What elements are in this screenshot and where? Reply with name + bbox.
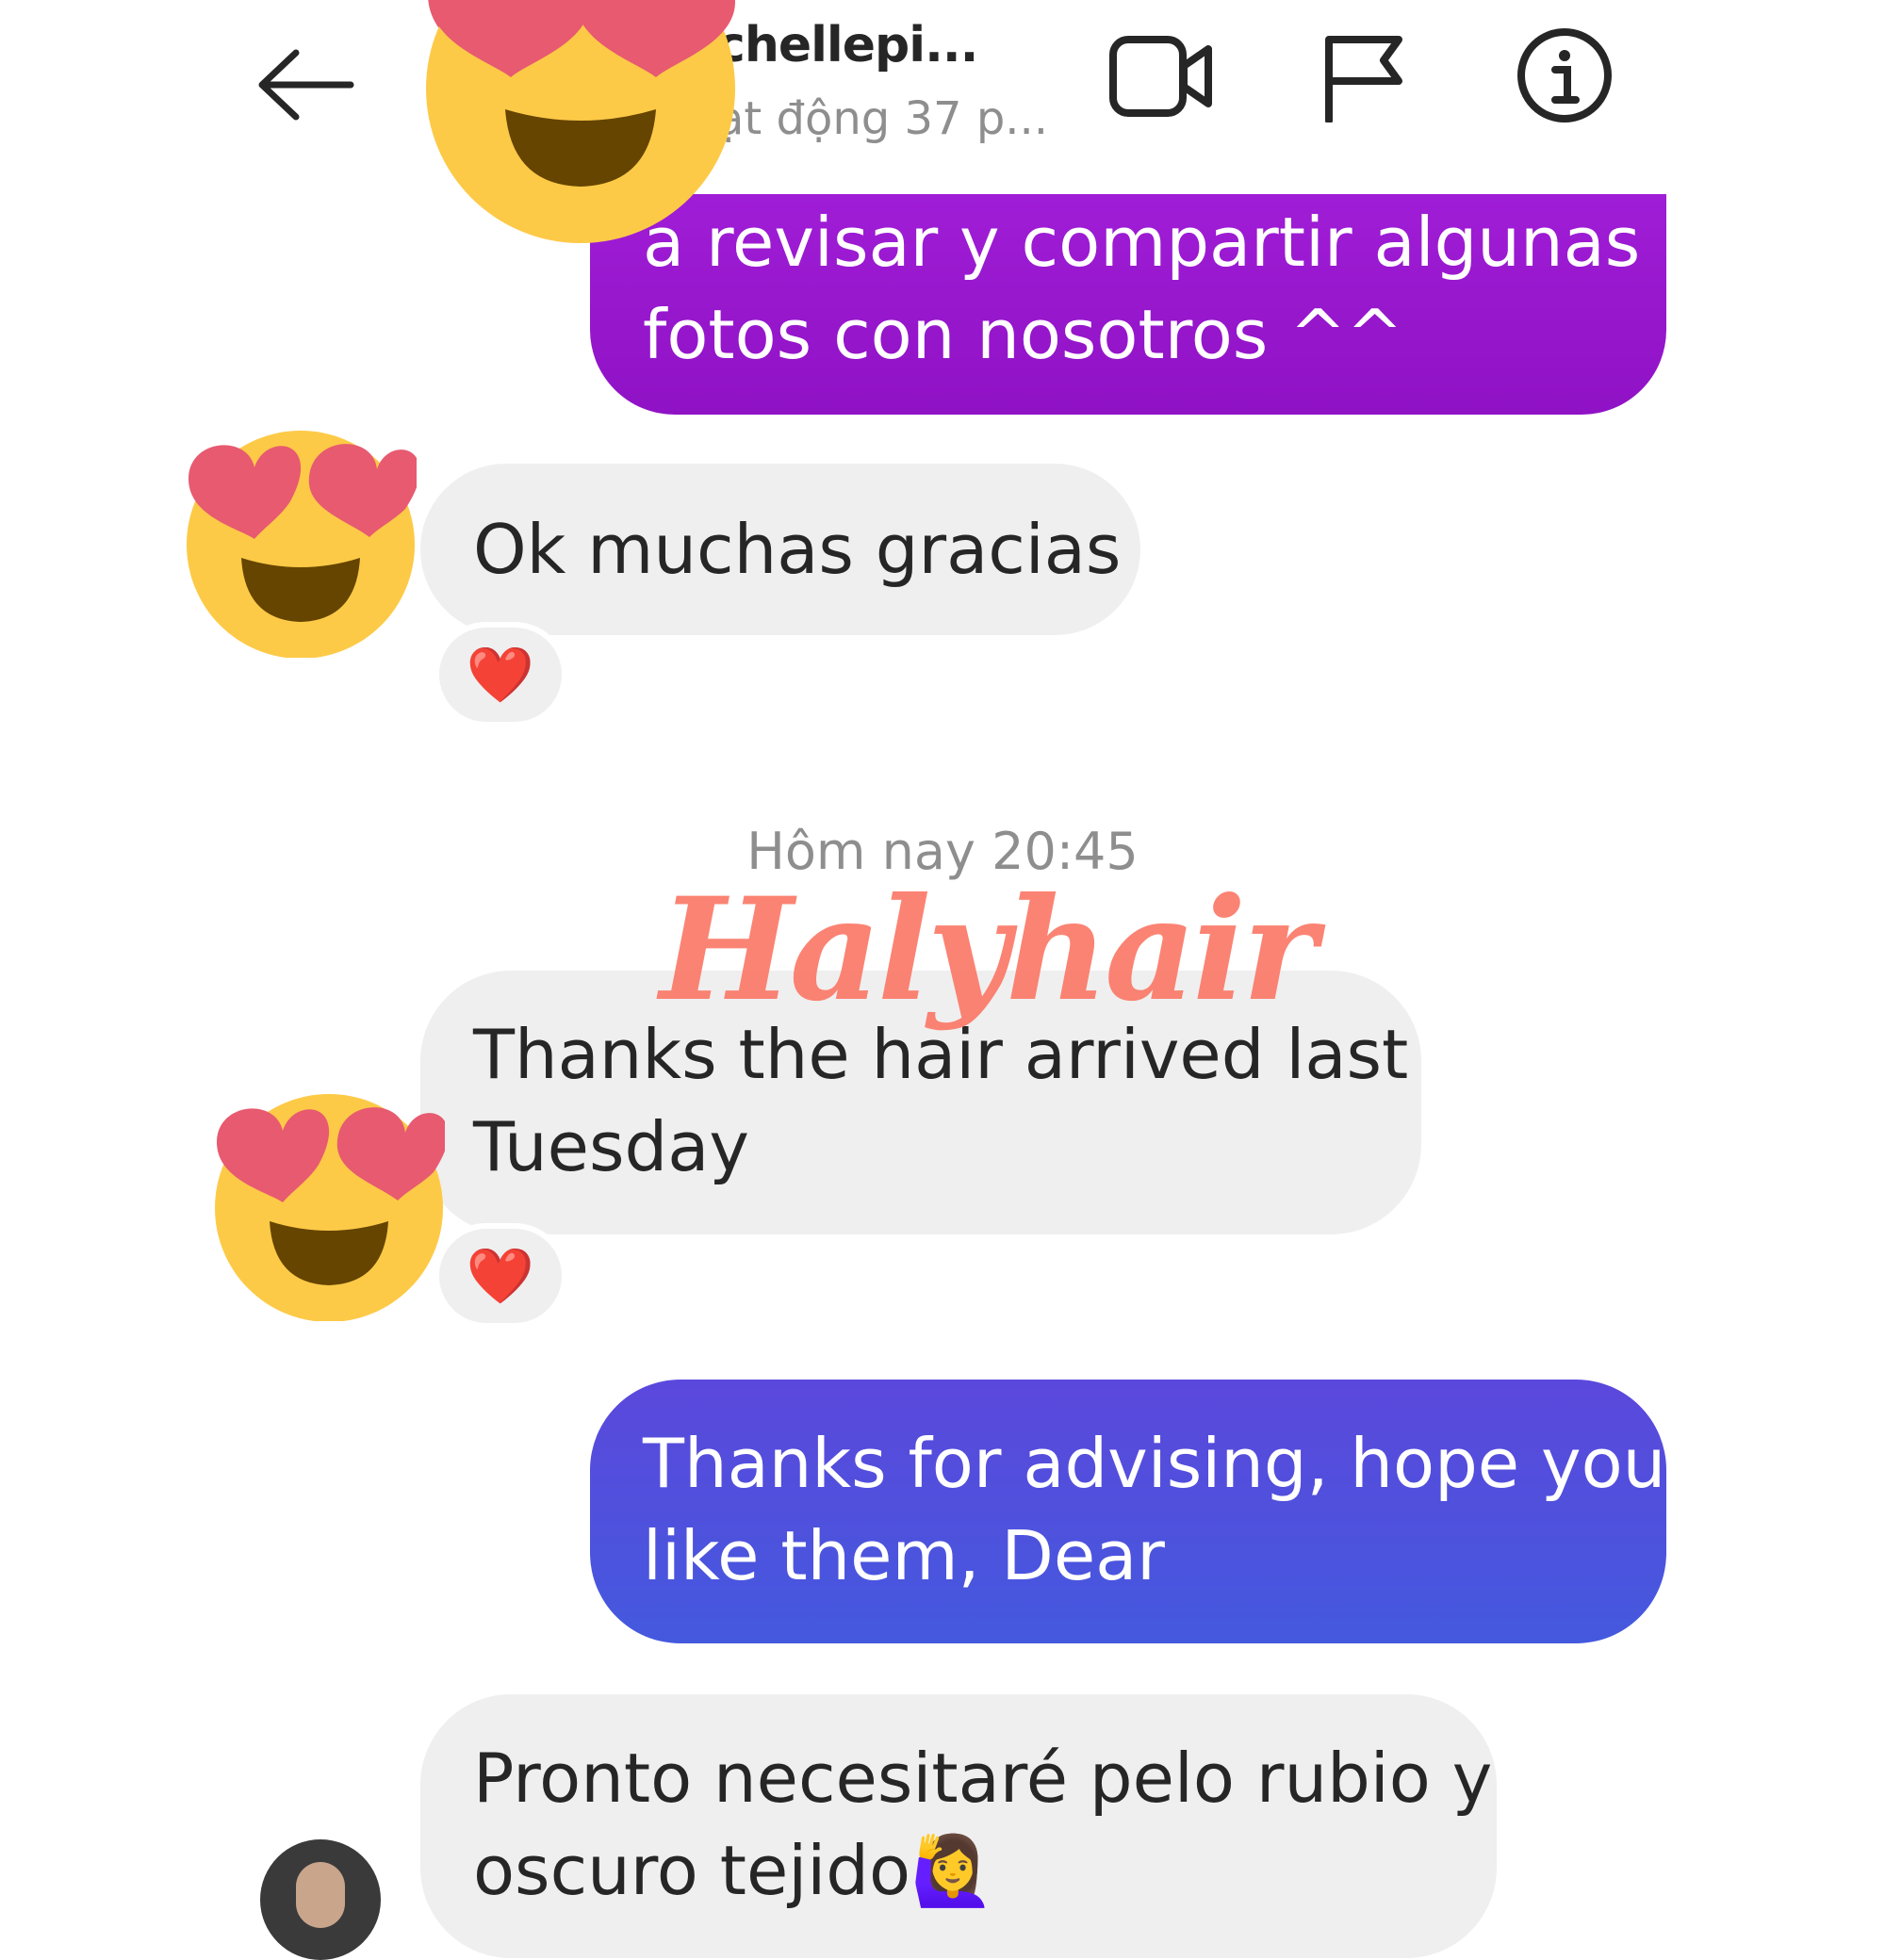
message-reaction[interactable]: ❤️: [434, 1223, 567, 1329]
message-line: a revisar y compartir algunas: [643, 203, 1641, 282]
watermark-logo: Halyhair: [660, 867, 1317, 1033]
heart-eyes-emoji: [185, 426, 420, 659]
message-line: Thanks for advising, hope you: [643, 1424, 1666, 1503]
report-button[interactable]: [1323, 34, 1404, 124]
flag-icon: [1325, 36, 1402, 124]
message-line: oscuro tejido🙋‍♀️: [473, 1824, 1497, 1917]
incoming-message[interactable]: Pronto necesitaré pelo rubio y oscuro te…: [420, 1694, 1497, 1958]
active-status: ạt động 37 p...: [716, 92, 1049, 145]
incoming-message[interactable]: Ok muchas gracias: [420, 464, 1140, 635]
message-line: Pronto necesitaré pelo rubio y: [473, 1739, 1493, 1818]
arrow-left-icon: [258, 49, 354, 121]
sender-avatar[interactable]: [260, 1839, 381, 1960]
message-text: oscuro tejido: [473, 1831, 911, 1910]
message-line: like them, Dear: [643, 1516, 1165, 1595]
info-button[interactable]: [1516, 26, 1614, 124]
heart-eyes-emoji: [213, 1089, 449, 1322]
video-camera-icon: [1109, 36, 1212, 117]
message-line: Tuesday: [473, 1107, 749, 1186]
heart-reaction-icon: ❤️: [466, 1243, 535, 1308]
heart-reaction-icon: ❤️: [466, 642, 535, 707]
outgoing-message[interactable]: a revisar y compartir algunas fotos con …: [590, 194, 1666, 415]
video-call-button[interactable]: [1108, 32, 1214, 121]
contact-name[interactable]: chellepi...: [716, 17, 978, 74]
message-reaction[interactable]: ❤️: [434, 622, 567, 727]
message-line: fotos con nosotros ^^: [643, 295, 1403, 374]
info-icon: [1517, 28, 1612, 122]
avatar-face: [296, 1862, 345, 1928]
message-text: Ok muchas gracias: [473, 510, 1122, 589]
back-button[interactable]: [253, 45, 356, 124]
person-raising-hand-emoji: 🙋‍♀️: [910, 1831, 995, 1910]
outgoing-message[interactable]: Thanks for advising, hope you like them,…: [590, 1380, 1666, 1643]
